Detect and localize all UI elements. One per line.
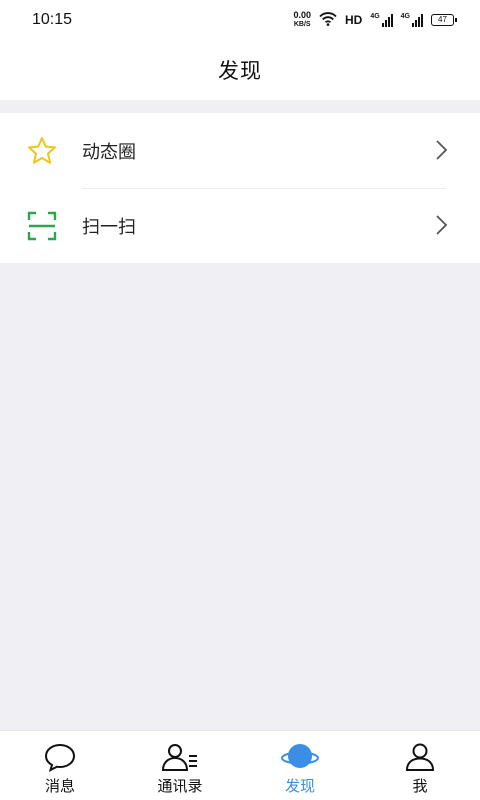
menu-item-scan[interactable]: 扫一扫 xyxy=(0,188,480,263)
chevron-right-icon xyxy=(434,214,448,236)
wifi-icon xyxy=(319,11,337,29)
tab-me[interactable]: 我 xyxy=(360,731,480,800)
discover-menu: 动态圈 扫一扫 xyxy=(0,113,480,263)
battery-level: 47 xyxy=(438,15,447,24)
app-screen: 10:15 0.00 KB/S HD 4G 4G 47 发现 动态圈 扫一扫 消… xyxy=(0,0,480,800)
status-bar: 10:15 0.00 KB/S HD 4G 4G 47 xyxy=(0,0,480,40)
planet-icon xyxy=(280,741,320,773)
chat-bubble-icon xyxy=(40,741,80,773)
tab-contacts[interactable]: 通讯录 xyxy=(120,731,240,800)
signal-icon-1: 4G xyxy=(370,13,393,27)
chevron-right-icon xyxy=(434,139,448,161)
battery-icon: 47 xyxy=(431,14,457,26)
signal-label-1: 4G xyxy=(370,13,380,20)
star-icon xyxy=(26,135,58,167)
tab-label: 发现 xyxy=(284,778,315,795)
tab-label: 消息 xyxy=(44,778,75,795)
signal-icon-2: 4G xyxy=(401,13,423,27)
network-speed-unit: KB/S xyxy=(293,21,311,28)
bottom-tab-bar: 消息 通讯录 发现 我 xyxy=(0,730,480,800)
tab-label: 通讯录 xyxy=(157,778,203,795)
contacts-icon xyxy=(160,741,200,773)
network-speed: 0.00 KB/S xyxy=(293,11,311,29)
menu-item-label: 动态圈 xyxy=(82,141,136,162)
hd-indicator: HD xyxy=(344,13,363,27)
menu-item-label: 扫一扫 xyxy=(82,216,136,237)
person-icon xyxy=(400,741,440,773)
network-speed-value: 0.00 xyxy=(293,10,311,20)
scan-icon xyxy=(26,210,58,242)
page-header: 发现 xyxy=(0,40,480,100)
tab-label: 我 xyxy=(412,778,428,795)
tab-messages[interactable]: 消息 xyxy=(0,731,120,800)
signal-label-2: 4G xyxy=(400,13,410,20)
menu-item-moments[interactable]: 动态圈 xyxy=(0,113,480,189)
status-indicators: 0.00 KB/S HD 4G 4G 47 xyxy=(293,11,457,29)
page-title: 发现 xyxy=(218,60,262,83)
status-time: 10:15 xyxy=(32,11,73,28)
tab-discover[interactable]: 发现 xyxy=(240,731,360,800)
